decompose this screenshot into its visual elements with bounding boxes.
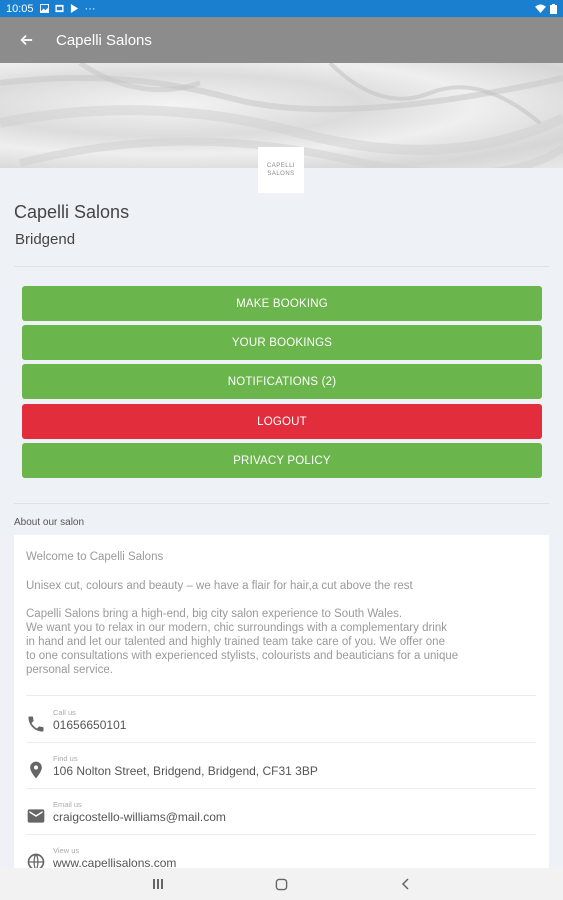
about-heading: About our salon [14, 517, 85, 528]
page-title: Capelli Salons [56, 31, 152, 49]
phone-label: Call us [53, 708, 76, 717]
divider [26, 695, 536, 696]
email-contact[interactable]: Email us craigcostello-williams@mail.com [26, 800, 536, 836]
recent-apps-icon [152, 879, 163, 889]
privacy-policy-button[interactable]: PRIVACY POLICY [22, 443, 542, 478]
logo-line-2: SALONS [267, 171, 295, 177]
salon-location: Bridgend [15, 231, 76, 248]
salon-name: Capelli Salons [14, 202, 130, 222]
more-notifications-icon: ··· [84, 2, 96, 15]
description-line: We want you to relax in our modern, chic… [26, 622, 448, 634]
email-icon [27, 809, 45, 823]
play-store-icon [70, 4, 78, 13]
email-value: craigcostello-williams@mail.com [53, 810, 226, 824]
back-button[interactable] [0, 17, 52, 63]
photo-icon [54, 4, 64, 13]
notification-icons: ··· [39, 2, 96, 15]
email-label: Email us [53, 800, 82, 809]
tagline-text: Unisex cut, colours and beauty – we have… [26, 580, 413, 592]
logo-line-1: CAPELLI [266, 163, 296, 169]
app-bar: Capelli Salons [0, 17, 563, 63]
chevron-left-icon [401, 878, 409, 890]
location-icon [30, 761, 42, 779]
image-icon [39, 4, 49, 13]
description-line: in hand and let our talented and highly … [26, 636, 445, 648]
home-icon [275, 878, 288, 890]
arrow-left-icon [20, 35, 33, 45]
divider [26, 742, 536, 743]
website-label: View us [53, 846, 80, 855]
phone-value: 01656650101 [53, 718, 127, 732]
logout-button[interactable]: LOGOUT [22, 404, 542, 439]
system-back-button[interactable] [394, 872, 418, 896]
notifications-button[interactable]: NOTIFICATIONS (2) [22, 364, 542, 399]
make-booking-button[interactable]: MAKE BOOKING [22, 286, 542, 321]
recent-apps-button[interactable] [146, 872, 170, 896]
address-value: 106 Nolton Street, Bridgend, Bridgend, C… [53, 764, 318, 778]
wifi-icon [535, 4, 546, 13]
address-contact[interactable]: Find us 106 Nolton Street, Bridgend, Bri… [26, 754, 536, 790]
phone-contact[interactable]: Call us 01656650101 [26, 708, 536, 744]
your-bookings-button[interactable]: YOUR BOOKINGS [22, 325, 542, 360]
description-line: to one consultations with experienced st… [26, 650, 459, 662]
salon-logo: CAPELLI SALONS [258, 147, 304, 193]
divider [26, 788, 536, 789]
divider [14, 266, 549, 267]
phone-icon [28, 716, 44, 732]
description-line: Capelli Salons bring a high-end, big cit… [26, 608, 403, 620]
home-button[interactable] [270, 872, 294, 896]
divider [26, 834, 536, 835]
description-line: personal service. [26, 664, 113, 676]
website-contact[interactable]: View us www.capellisalons.com [26, 846, 536, 870]
welcome-text: Welcome to Capelli Salons [26, 551, 164, 563]
divider [14, 503, 549, 504]
status-time: 10:05 [6, 2, 34, 15]
system-navigation-bar [0, 868, 563, 900]
status-bar: 10:05 ··· [0, 0, 563, 17]
battery-icon [550, 3, 557, 14]
address-label: Find us [53, 754, 78, 763]
about-card: Welcome to Capelli Salons Unisex cut, co… [14, 535, 549, 870]
